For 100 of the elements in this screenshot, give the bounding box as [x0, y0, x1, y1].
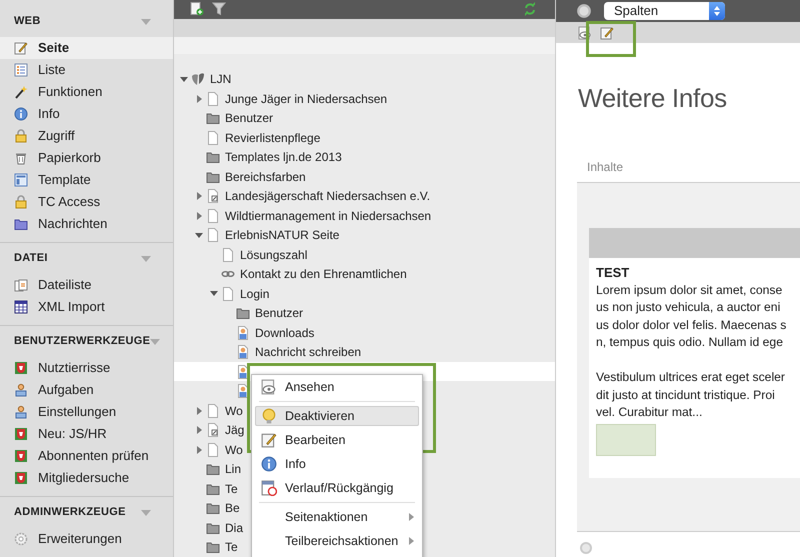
- folder-icon: [206, 170, 220, 184]
- trash-icon: [14, 151, 28, 165]
- section-heading: DATEI: [14, 251, 48, 266]
- collapse-arrow-icon[interactable]: [195, 232, 203, 238]
- shield-icon: [14, 361, 28, 375]
- sidebar-item[interactable]: XML Import: [0, 296, 173, 318]
- user-page-icon: [236, 326, 250, 340]
- body-text: Vestibulum ultrices erat eget sceler dit justo at tincidunt tristique. Proi vel. Curabitur mat...: [596, 369, 786, 421]
- edit-icon: [14, 41, 28, 55]
- page-icon: [206, 442, 220, 457]
- menu-item[interactable]: Info: [255, 454, 419, 474]
- light-bulb-icon: [261, 408, 277, 424]
- tree-item[interactable]: Lin: [225, 460, 242, 478]
- user-page-icon: [236, 384, 250, 398]
- tree-item[interactable]: Wo: [225, 402, 243, 420]
- tree-item[interactable]: Nachricht schreiben: [255, 343, 362, 362]
- tree-item[interactable]: Benutzer: [225, 109, 274, 128]
- folder-icon: [236, 306, 250, 320]
- tree-item[interactable]: Bereichsfarben: [225, 168, 306, 186]
- menu-item[interactable]: Deaktivieren: [255, 406, 419, 426]
- tree-item[interactable]: Wildtiermanagement in Niedersachsen: [225, 206, 432, 225]
- sidebar-item[interactable]: TC Access: [0, 191, 173, 213]
- menu-item[interactable]: Seitenaktionen: [255, 507, 419, 527]
- sidebar-item[interactable]: Dateiliste: [0, 274, 173, 296]
- expand-arrow-icon[interactable]: [196, 446, 202, 454]
- sidebar-item[interactable]: Funktionen: [0, 81, 173, 103]
- sidebar-item[interactable]: Einstellungen: [0, 401, 173, 423]
- collapse-arrow-icon[interactable]: [210, 291, 218, 296]
- filter-icon[interactable]: [212, 2, 226, 16]
- expand-arrow-icon[interactable]: [196, 94, 202, 103]
- refresh-icon[interactable]: [523, 2, 537, 16]
- expand-arrow-icon[interactable]: [196, 426, 202, 434]
- submenu-arrow-icon: [409, 513, 414, 521]
- folder-icon: [14, 217, 28, 231]
- sidebar-item[interactable]: Mitgliedersuche: [0, 467, 173, 489]
- sidebar-item[interactable]: Liste: [0, 59, 173, 81]
- page-icon: [221, 286, 235, 301]
- section-heading: BENUTZERWERKZEUGE: [14, 334, 150, 350]
- tree-item[interactable]: Be: [225, 499, 240, 518]
- sidebar-item[interactable]: Nutztierrisse: [0, 357, 173, 379]
- files-icon: [14, 278, 28, 292]
- menu-item[interactable]: Ansehen: [255, 377, 419, 397]
- sidebar-item[interactable]: Template: [0, 169, 173, 191]
- tree-item[interactable]: Junge Jäger in Niedersachsen: [225, 90, 388, 108]
- layout-icon: [14, 173, 28, 187]
- tree-item[interactable]: Templates ljn.de 2013: [225, 148, 342, 166]
- history-icon: [261, 480, 277, 496]
- sidebar-item[interactable]: Erweiterungen: [0, 528, 173, 550]
- sidebar-item[interactable]: Papierkorb: [0, 147, 173, 169]
- folder-icon: [206, 111, 220, 126]
- tree-item[interactable]: Te: [225, 480, 238, 498]
- page-icon: [206, 404, 220, 418]
- gear-icon: [14, 532, 28, 546]
- help-icon[interactable]: [576, 3, 592, 19]
- sidebar-item[interactable]: Zugriff: [0, 125, 173, 147]
- view-select[interactable]: Spalten: [604, 2, 725, 20]
- tree-item[interactable]: Benutzer: [255, 304, 304, 322]
- logo-icon: [191, 72, 205, 86]
- lock-icon: [14, 129, 28, 143]
- tree-item[interactable]: ErlebnisNATUR Seite: [225, 226, 340, 244]
- tree-item[interactable]: Landesjägerschaft Niedersachsen e.V.: [225, 187, 430, 206]
- tree-item[interactable]: Dia: [225, 518, 244, 537]
- sidebar-item[interactable]: Neu: JS/HR: [0, 423, 173, 445]
- expand-arrow-icon[interactable]: [196, 212, 202, 220]
- expand-arrow-icon[interactable]: [196, 192, 202, 200]
- tree-item[interactable]: Lösungszahl: [240, 246, 308, 264]
- tree-item[interactable]: Te: [225, 538, 238, 556]
- page-icon: [206, 208, 220, 223]
- tree-item[interactable]: Downloads: [255, 324, 314, 342]
- tree-item[interactable]: LJN: [210, 70, 232, 88]
- page-icon: [206, 228, 220, 242]
- folder-icon: [206, 540, 220, 554]
- page-icon: [206, 130, 220, 145]
- submenu-arrow-icon: [409, 537, 414, 545]
- sidebar-item[interactable]: Nachrichten: [0, 213, 173, 235]
- expand-arrow-icon[interactable]: [196, 406, 202, 415]
- info-icon: [261, 456, 277, 472]
- tree-item[interactable]: Jäg: [225, 421, 244, 440]
- tab[interactable]: Inhalte: [587, 160, 624, 174]
- menu-item[interactable]: Bearbeiten: [255, 430, 419, 450]
- menu-item[interactable]: Teilbereichsaktionen: [255, 531, 419, 551]
- sidebar-item[interactable]: Seite: [0, 37, 173, 59]
- person-icon: [14, 383, 28, 397]
- sidebar-item[interactable]: Aufgaben: [0, 379, 173, 401]
- menu-item[interactable]: Verlauf/Rückgängig: [255, 478, 419, 498]
- shortcut-page-icon: [206, 189, 220, 204]
- wand-icon: [14, 85, 28, 99]
- info-icon: [14, 107, 28, 121]
- shield-icon: [14, 427, 28, 441]
- edit-icon[interactable]: [600, 26, 614, 40]
- page-icon: [206, 92, 220, 106]
- tree-item[interactable]: Login: [240, 284, 270, 303]
- view-page-icon: [261, 379, 277, 395]
- tree-item[interactable]: Wo: [225, 440, 243, 459]
- sidebar-item[interactable]: Abonnenten prüfen: [0, 445, 173, 467]
- folder-icon: [206, 501, 220, 516]
- tree-item[interactable]: Revierlistenpflege: [225, 128, 320, 147]
- tree-item[interactable]: Kontakt zu den Ehrenamtlichen: [240, 265, 407, 284]
- new-page-icon[interactable]: [190, 2, 204, 16]
- sidebar-item[interactable]: Info: [0, 103, 173, 125]
